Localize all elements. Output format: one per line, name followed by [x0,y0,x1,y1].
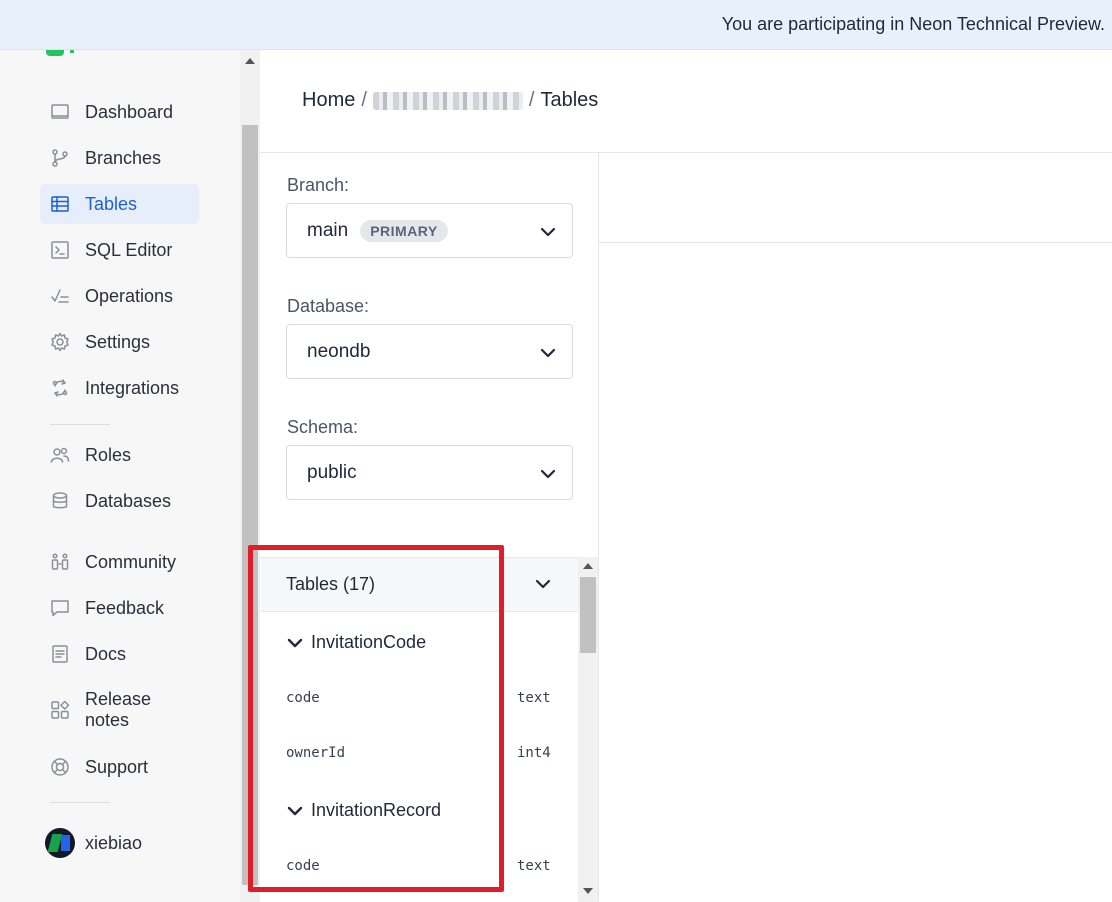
docs-icon [49,643,71,665]
database-select[interactable]: neondb [286,324,573,379]
sql-editor-icon [49,239,71,261]
breadcrumb-project-redacted[interactable] [372,91,523,110]
sidebar-item-label: Databases [85,490,172,511]
sidebar-item-operations[interactable]: Operations [40,276,199,316]
sidebar-item-label: Settings [85,331,151,352]
column-name: code [286,858,320,874]
sidebar-item-label: Community [85,551,177,572]
chevron-down-icon [287,638,303,647]
feedback-icon [49,597,71,619]
table-item-invitationrecord[interactable]: InvitationRecord [287,800,441,821]
table-name: InvitationCode [311,632,427,652]
release-notes-icon [49,699,71,721]
sidebar-item-sql-editor[interactable]: SQL Editor [40,230,199,270]
sidebar-item-feedback[interactable]: Feedback [40,588,199,628]
integrations-icon [49,377,71,399]
sidebar-item-integrations[interactable]: Integrations [40,368,199,408]
column-name: code [286,690,320,706]
primary-badge: PRIMARY [360,219,448,242]
sidebar-item-dashboard[interactable]: Dashboard [40,92,199,132]
roles-icon [49,444,71,466]
branch-select[interactable]: main PRIMARY [286,203,573,258]
preview-banner: You are participating in Neon Technical … [0,0,1112,50]
sidebar-item-label: Branches [85,147,162,168]
sidebar-item-support[interactable]: Support [40,747,199,787]
scroll-down-arrow-icon[interactable] [583,888,593,894]
tables-list-scrollbar[interactable] [578,557,598,902]
logo-mark [70,50,74,53]
chevron-down-icon [540,224,556,240]
sidebar-item-release-notes[interactable]: Release notes [40,686,199,734]
gear-icon [49,331,71,353]
sidebar-item-label: Operations [85,285,174,306]
content-divider [599,242,1112,243]
sidebar-item-docs[interactable]: Docs [40,634,199,674]
chevron-down-icon [535,576,551,592]
table-name: InvitationRecord [311,800,442,820]
sidebar-item-label: Release notes [85,689,152,730]
schema-select[interactable]: public [286,445,573,500]
column-name: ownerId [286,745,346,761]
schema-value: public [307,461,357,483]
sidebar-item-label: SQL Editor [85,239,173,260]
breadcrumb-separator: / [361,89,367,111]
tables-accordion-header[interactable]: Tables (17) [261,557,578,612]
tables-count-title: Tables (17) [286,574,376,594]
breadcrumb-current: Tables [540,89,599,111]
operations-icon [49,285,71,307]
database-icon [49,490,71,512]
sidebar-item-label: Integrations [85,377,180,398]
sidebar-item-label: Dashboard [85,101,174,122]
sidebar-item-tables[interactable]: Tables [40,184,199,224]
breadcrumb-home[interactable]: Home [302,89,355,112]
branch-value: main [307,219,349,241]
column-type: text [517,858,551,874]
sidebar-item-label: Tables [85,193,138,214]
tables-panel [260,153,599,902]
sidebar-item-settings[interactable]: Settings [40,322,199,362]
schema-label: Schema: [287,417,359,437]
sidebar-item-label: Feedback [85,597,165,618]
sidebar-item-community[interactable]: Community [40,542,199,582]
tables-icon [49,193,71,215]
column-type: int4 [517,745,551,761]
sidebar-scrollbar[interactable] [240,50,260,902]
sidebar-item-roles[interactable]: Roles [40,435,199,475]
logo[interactable] [46,50,64,56]
chevron-down-icon [287,806,303,815]
sidebar-item-databases[interactable]: Databases [40,481,199,521]
branches-icon [49,147,71,169]
sidebar-item-label: Support [85,756,149,777]
chevron-down-icon [540,466,556,482]
column-type: text [517,690,551,706]
sidebar-item-branches[interactable]: Branches [40,138,199,178]
avatar [45,828,75,858]
sidebar-divider [50,424,110,425]
breadcrumb-separator: / [528,89,535,111]
scroll-up-arrow-icon[interactable] [245,58,255,64]
database-label: Database: [287,296,370,316]
banner-text: You are participating in Neon Technical … [721,14,1105,34]
user-name: xiebiao [85,832,143,853]
dashboard-icon [49,101,71,123]
breadcrumb: Home / / Tables [302,89,598,112]
user-menu[interactable]: xiebiao [40,823,199,863]
scroll-up-arrow-icon[interactable] [583,563,593,569]
scrollbar-thumb[interactable] [242,125,258,885]
chevron-down-icon [540,345,556,361]
database-value: neondb [307,340,371,362]
support-icon [49,756,71,778]
community-icon [49,551,71,573]
table-item-invitationcode[interactable]: InvitationCode [287,632,426,653]
scrollbar-thumb[interactable] [580,577,596,653]
branch-label: Branch: [287,175,350,195]
sidebar-item-label: Docs [85,643,127,664]
sidebar-divider [50,802,110,803]
sidebar: Dashboard Branches Tables SQL Editor Ope… [0,50,240,902]
sidebar-item-label: Roles [85,444,132,465]
